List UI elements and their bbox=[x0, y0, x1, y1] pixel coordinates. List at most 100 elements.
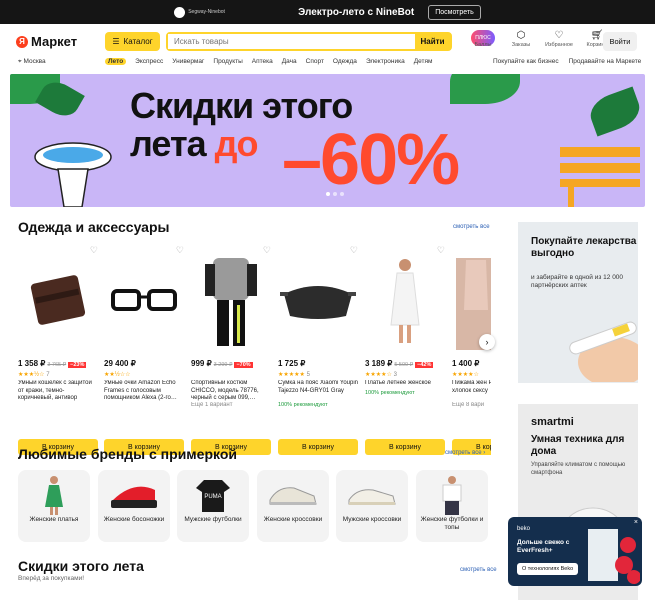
catalog-label: Каталог bbox=[123, 37, 153, 46]
product-name[interactable]: Умные очки Amazon Echo Frames с голосовы… bbox=[104, 380, 184, 402]
product-price: 1 358 ₽ bbox=[18, 359, 46, 368]
brand-card[interactable]: Женские кроссовки bbox=[257, 470, 329, 542]
popup-title: Дольше свежо с EverFresh+ bbox=[517, 539, 570, 554]
ad-title: Покупайте лекарства выгодно bbox=[531, 236, 637, 259]
section-title-clothing: Одежда и аксессуары bbox=[18, 219, 170, 235]
nav-link[interactable]: Экспресс bbox=[135, 58, 163, 65]
add-to-cart-button[interactable]: В корзину bbox=[365, 439, 445, 455]
nav-link[interactable]: Электроника bbox=[366, 58, 405, 65]
section-subtitle: Вперёд за покупками! bbox=[18, 575, 85, 582]
glasses-image bbox=[111, 289, 177, 311]
product-name[interactable]: Умный кошелек с защитой от кражи, темно-… bbox=[18, 380, 98, 402]
tracksuit-image bbox=[205, 258, 257, 346]
market-logo[interactable]: Я Маркет bbox=[16, 34, 77, 49]
carousel-dots[interactable] bbox=[326, 192, 344, 196]
product-card[interactable]: ♡ 29 400 ₽ ★★½☆☆ Умные очки Amazon Echo … bbox=[104, 245, 184, 455]
login-button[interactable]: Войти bbox=[603, 32, 637, 51]
rating-stars: ★★★★☆ bbox=[365, 372, 392, 378]
nav-link[interactable]: Одежда bbox=[333, 58, 357, 65]
add-to-cart-button[interactable]: В корзину bbox=[278, 439, 358, 455]
carousel-next-button[interactable]: › bbox=[479, 334, 495, 350]
business-link[interactable]: Покупайте как бизнес bbox=[493, 58, 559, 65]
brand-card[interactable]: Мужские кроссовки bbox=[336, 470, 408, 542]
beko-logo: beko bbox=[517, 526, 531, 532]
brand-card-label: Женские платья bbox=[29, 516, 79, 523]
product-price: 1 400 ₽ bbox=[452, 359, 480, 368]
rating-stars: ★★½☆☆ bbox=[104, 372, 131, 378]
brand-card[interactable]: Женские босоножки bbox=[98, 470, 170, 542]
see-all-clothing[interactable]: смотреть все bbox=[453, 224, 490, 230]
fountain-illustration bbox=[34, 142, 112, 207]
favorite-heart-icon[interactable]: ♡ bbox=[176, 245, 184, 256]
nav-link[interactable]: Продукты bbox=[213, 58, 242, 65]
see-all-brands[interactable]: смотреть все › bbox=[445, 450, 485, 456]
product-name[interactable]: Спортивный костюм CHICCO, модель 78776, … bbox=[191, 380, 271, 402]
beko-popup[interactable]: × beko Дольше свежо с EverFresh+ О техно… bbox=[508, 517, 642, 586]
nav-link[interactable]: Аптека bbox=[252, 58, 273, 65]
recommend-note: 100% рекомендуют bbox=[365, 390, 415, 396]
recommend-note: 100% рекомендуют bbox=[278, 402, 328, 408]
nav-link[interactable]: Детям bbox=[414, 58, 433, 65]
dress-image bbox=[390, 259, 420, 343]
nav-link[interactable]: Спорт bbox=[306, 58, 324, 65]
nav-link[interactable]: Дача bbox=[282, 58, 297, 65]
chevron-right-icon: › bbox=[485, 337, 489, 347]
product-price: 3 189 ₽ bbox=[365, 359, 393, 368]
old-price: 5 500 ₽ bbox=[394, 362, 414, 368]
popup-button[interactable]: О технологиях Beko bbox=[517, 563, 579, 575]
sell-link[interactable]: Продавайте на Маркете bbox=[569, 58, 642, 65]
favorite-heart-icon[interactable]: ♡ bbox=[90, 245, 98, 256]
favorite-heart-icon[interactable]: ♡ bbox=[350, 245, 358, 256]
search-input[interactable] bbox=[168, 34, 415, 49]
product-card[interactable]: ♡ 999 ₽3 299 ₽ −70% Спортивный костюм CHI… bbox=[191, 245, 271, 455]
brand-card[interactable]: Женские футболки и топы bbox=[416, 470, 488, 542]
product-name[interactable]: Платье летнее женское bbox=[365, 380, 445, 390]
product-name[interactable]: Сумка на пояс Xiaomi Youpin Tajezzo N4-G… bbox=[278, 380, 358, 402]
top-promo-bar[interactable]: Segway-Ninebot Электро-лето с NineBot По… bbox=[0, 0, 655, 24]
discount-badge: −42% bbox=[415, 362, 434, 368]
brand-card-label: Женские босоножки bbox=[103, 516, 165, 523]
product-name[interactable]: Пижама жен Pialsir 4624045 хлопок сексу bbox=[452, 380, 491, 402]
ad-text: и забирайте в одной из 12 000 партнёрски… bbox=[531, 274, 624, 289]
product-card[interactable]: ♡ 1 358 ₽3 765 ₽ −23% ★★★½☆ 7 Умный кошел… bbox=[18, 245, 98, 455]
black-tshirt-image: PUMA bbox=[196, 480, 230, 512]
summer-sale-banner[interactable]: Скидки этого лета до –60% bbox=[10, 74, 645, 207]
favorites-button[interactable]: ♡ Избранное bbox=[542, 30, 576, 48]
sneakers-image bbox=[269, 487, 317, 505]
promo-view-button[interactable]: Посмотреть bbox=[428, 4, 481, 20]
orders-button[interactable]: ⬡ Заказы bbox=[504, 30, 538, 48]
favorite-heart-icon[interactable]: ♡ bbox=[437, 245, 445, 256]
pharmacy-ad[interactable]: Покупайте лекарства выгодно и забирайте … bbox=[518, 222, 638, 383]
yandex-logo-icon: Я bbox=[16, 35, 28, 48]
thermometer-hand-image bbox=[569, 321, 638, 382]
points-button[interactable]: ПЛЮС Баллы bbox=[466, 30, 500, 48]
mens-sneakers-image bbox=[348, 489, 396, 505]
favorite-heart-icon[interactable]: ♡ bbox=[263, 245, 271, 256]
city-selector[interactable]: ⌖ Москва bbox=[18, 58, 46, 66]
nav-link[interactable]: Универмаг bbox=[172, 58, 204, 65]
old-price: 3 765 ₽ bbox=[47, 362, 67, 368]
catalog-button[interactable]: ☰ Каталог bbox=[105, 32, 160, 51]
waist-bag-image bbox=[280, 286, 356, 319]
ninebot-logo: Segway-Ninebot bbox=[174, 6, 284, 18]
brand-card-label: Женские футболки и топы bbox=[420, 516, 484, 531]
menu-icon: ☰ bbox=[112, 37, 120, 46]
brand-card-label: Мужские футболки bbox=[184, 516, 242, 523]
rating-stars: ★★★★☆ bbox=[452, 372, 479, 378]
see-all-summer-sale[interactable]: смотреть все bbox=[460, 567, 497, 573]
section-title-brands: Любимые бренды с примеркой bbox=[18, 446, 237, 462]
favorites-label: Избранное bbox=[545, 42, 573, 48]
product-card[interactable]: ♡ 1 400 ₽ ★★★★☆ Пижама жен Pialsir 46240… bbox=[452, 245, 491, 455]
brand-card-label: Женские кроссовки bbox=[263, 516, 323, 523]
search-button[interactable]: Найти bbox=[415, 34, 450, 49]
review-count: 7 bbox=[46, 372, 50, 378]
rating-stars: ★★★½☆ bbox=[18, 372, 45, 378]
see-all-label: смотреть все bbox=[445, 450, 482, 456]
brand-card[interactable]: Женские платья bbox=[18, 470, 90, 542]
product-card[interactable]: ♡ 1 725 ₽ ★★★★★ 5 Сумка на пояс Xiaomi Y… bbox=[278, 245, 358, 455]
ad-text: Управляйте климатом с помощью смартфона bbox=[531, 462, 626, 476]
nav-link-leto[interactable]: Лето bbox=[105, 58, 127, 65]
product-card[interactable]: ♡ 3 189 ₽5 500 ₽ −42% ★★★★☆ 3 Платье летн… bbox=[365, 245, 445, 455]
banner-do: до bbox=[214, 123, 259, 164]
brand-card[interactable]: PUMA Мужские футболки bbox=[177, 470, 249, 542]
